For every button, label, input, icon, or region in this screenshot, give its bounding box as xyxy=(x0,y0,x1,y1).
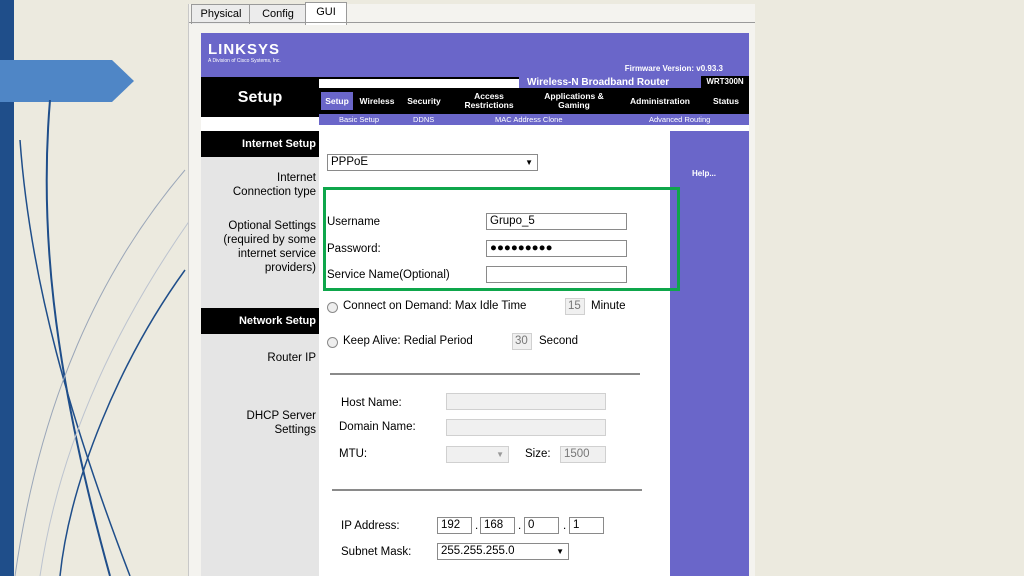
host-name-input[interactable] xyxy=(446,393,606,410)
keep-alive-label: Keep Alive: Redial Period xyxy=(343,335,473,347)
chevron-down-icon: ▼ xyxy=(525,158,533,167)
redial-unit-label: Second xyxy=(539,335,579,347)
sub-nav: Basic Setup DDNS MAC Address Clone Advan… xyxy=(319,114,749,125)
keep-alive-radio[interactable] xyxy=(327,337,338,348)
router-ip-label: Router IP xyxy=(267,352,316,364)
optional-settings-label: Optional Settings (required by some inte… xyxy=(223,220,316,274)
subnav-ddns[interactable]: DDNS xyxy=(413,114,434,125)
subnav-basic-setup[interactable]: Basic Setup xyxy=(339,114,379,125)
slide-decoration-lines xyxy=(14,100,191,576)
max-idle-time-input[interactable]: 15 xyxy=(565,298,585,315)
subnet-mask-label: Subnet Mask: xyxy=(341,546,412,558)
router-setup-page: LINKSYS A Division of Cisco Systems, Inc… xyxy=(201,33,749,576)
nav-security[interactable]: Security xyxy=(401,88,447,114)
help-link[interactable]: Help... xyxy=(692,169,716,178)
connect-on-demand-radio[interactable] xyxy=(327,302,338,313)
product-name: Wireless-N Broadband Router xyxy=(527,77,670,88)
mtu-select[interactable]: ▼ xyxy=(446,446,509,463)
idle-unit-label: Minute xyxy=(591,300,626,312)
ip-octet-2-input[interactable]: 168 xyxy=(480,517,515,534)
connection-type-label: Internet Connection type xyxy=(232,172,316,198)
device-window: Physical Config GUI LINKSYS A Division o… xyxy=(188,2,755,576)
connect-on-demand-label: Connect on Demand: Max Idle Time xyxy=(343,300,527,312)
help-panel: Help... xyxy=(670,131,749,576)
host-name-label: Host Name: xyxy=(341,397,402,409)
model-number: WRT300N xyxy=(701,76,749,88)
nav-status[interactable]: Status xyxy=(703,88,749,114)
firmware-version: Firmware Version: v0.93.3 xyxy=(624,64,723,73)
subnav-mac-clone[interactable]: MAC Address Clone xyxy=(495,114,563,125)
connection-type-select[interactable]: PPPoE ▼ xyxy=(327,154,538,171)
mtu-label: MTU: xyxy=(339,448,368,460)
nav-wireless[interactable]: Wireless xyxy=(355,88,399,114)
slide-arrow-shape xyxy=(0,60,134,102)
left-label-column: Internet Setup Internet Connection type … xyxy=(201,131,319,576)
ip-dot: . xyxy=(475,520,479,532)
ip-octet-3-input[interactable]: 0 xyxy=(524,517,559,534)
main-nav: Setup Wireless Security Access Restricti… xyxy=(319,88,749,114)
divider xyxy=(330,373,640,375)
internet-setup-heading: Internet Setup xyxy=(201,131,319,157)
tab-physical[interactable]: Physical xyxy=(191,4,251,24)
ip-dot: . xyxy=(563,520,567,532)
domain-name-label: Domain Name: xyxy=(339,421,416,433)
annotation-highlight-box xyxy=(323,187,680,291)
brand-subtitle: A Division of Cisco Systems, Inc. xyxy=(208,58,281,64)
nav-setup[interactable]: Setup xyxy=(321,92,353,110)
tab-divider xyxy=(189,22,755,23)
subnav-advanced-routing[interactable]: Advanced Routing xyxy=(649,114,710,125)
ip-address-label: IP Address: xyxy=(341,520,400,532)
ip-octet-4-input[interactable]: 1 xyxy=(569,517,604,534)
linksys-logo: LINKSYS xyxy=(208,41,281,58)
ip-dot: . xyxy=(518,520,522,532)
subnet-mask-select[interactable]: 255.255.255.0 ▼ xyxy=(437,543,569,560)
dhcp-server-label: DHCP Server Settings xyxy=(246,410,316,436)
redial-period-input[interactable]: 30 xyxy=(512,333,532,350)
size-label: Size: xyxy=(525,448,551,460)
domain-name-input[interactable] xyxy=(446,419,606,436)
subnet-mask-value: 255.255.255.0 xyxy=(441,545,515,557)
nav-administration[interactable]: Administration xyxy=(619,88,701,114)
chevron-down-icon: ▼ xyxy=(496,450,504,459)
mtu-size-input[interactable]: 1500 xyxy=(560,446,606,463)
tab-config[interactable]: Config xyxy=(249,4,307,24)
nav-applications-gaming[interactable]: Applications & Gaming xyxy=(531,88,617,114)
nav-access-restrictions[interactable]: Access Restrictions xyxy=(449,88,529,114)
chevron-down-icon: ▼ xyxy=(556,547,564,556)
connection-type-value: PPPoE xyxy=(331,156,369,168)
network-setup-heading: Network Setup xyxy=(201,308,319,334)
ip-octet-1-input[interactable]: 192 xyxy=(437,517,472,534)
page-title: Setup xyxy=(201,79,319,117)
divider xyxy=(332,489,642,491)
